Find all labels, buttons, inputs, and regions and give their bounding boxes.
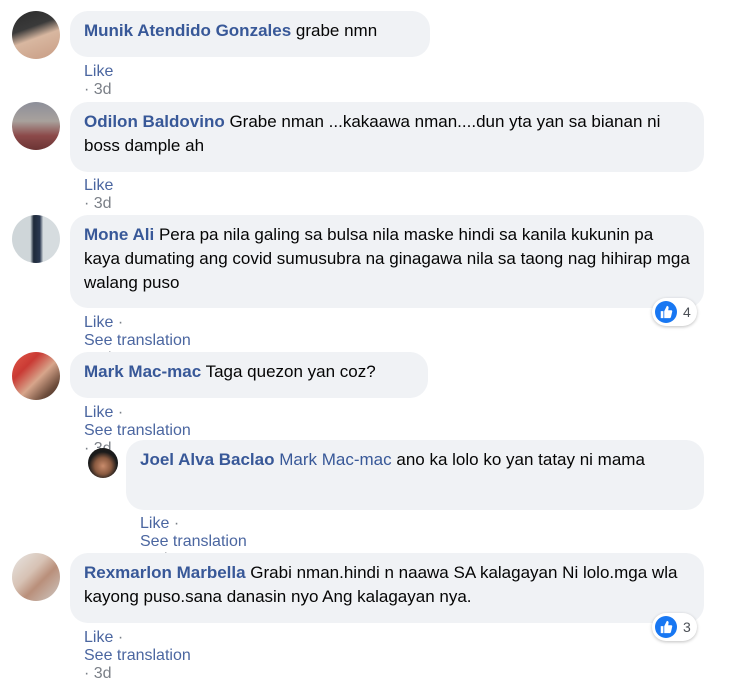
thumbs-up-icon [655, 301, 677, 323]
comment-actions: Like · 3d [84, 63, 113, 99]
see-translation-link[interactable]: See translation [84, 422, 191, 439]
comment-actions: Like · See translation · 3d [84, 629, 191, 683]
comment-bubble: Joel Alva Baclao Mark Mac-mac ano ka lol… [126, 440, 704, 510]
comment-bubble: Mone Ali Pera pa nila galing sa bulsa ni… [70, 215, 704, 308]
comment-text: grabe nmn [295, 21, 378, 40]
reaction-count: 4 [683, 304, 691, 320]
avatar[interactable] [12, 215, 60, 263]
like-link[interactable]: Like [84, 314, 113, 331]
comment-text: ano ka lolo ko yan tatay ni mama [396, 450, 645, 469]
avatar[interactable] [12, 11, 60, 59]
see-translation-link[interactable]: See translation [84, 332, 191, 349]
comment-bubble: Rexmarlon Marbella Grabi nman.hindi n na… [70, 553, 704, 623]
separator: · [84, 81, 90, 98]
separator: · [173, 515, 180, 532]
commenter-name[interactable]: Rexmarlon Marbella [84, 563, 246, 582]
timestamp[interactable]: 3d [94, 665, 112, 682]
like-link[interactable]: Like [140, 515, 169, 532]
avatar[interactable] [12, 102, 60, 150]
separator: · [84, 665, 90, 682]
see-translation-link[interactable]: See translation [140, 533, 247, 550]
comment-bubble: Odilon Baldovino Grabe nman ...kakaawa n… [70, 102, 704, 172]
comment-bubble: Mark Mac-mac Taga quezon yan coz? [70, 352, 428, 398]
avatar[interactable] [12, 352, 60, 400]
commenter-name[interactable]: Odilon Baldovino [84, 112, 225, 131]
avatar[interactable] [12, 553, 60, 601]
comment-bubble: Munik Atendido Gonzales grabe nmn [70, 11, 430, 57]
separator: · [117, 314, 124, 331]
thumbs-up-icon [655, 616, 677, 638]
separator: · [117, 404, 124, 421]
timestamp[interactable]: 3d [94, 81, 112, 98]
like-link[interactable]: Like [84, 63, 113, 80]
like-link[interactable]: Like [84, 404, 113, 421]
avatar[interactable] [88, 448, 118, 478]
reaction-badge[interactable]: 4 [652, 298, 697, 326]
like-link[interactable]: Like [84, 177, 113, 194]
commenter-name[interactable]: Mone Ali [84, 225, 154, 244]
commenter-name[interactable]: Munik Atendido Gonzales [84, 21, 291, 40]
comment-text: Taga quezon yan coz? [205, 362, 376, 381]
comment-actions: Like · 3d [84, 177, 113, 213]
separator: · [84, 195, 90, 212]
separator: · [84, 440, 90, 457]
mention-link[interactable]: Mark Mac-mac [279, 450, 391, 469]
separator: · [117, 629, 124, 646]
timestamp[interactable]: 3d [94, 195, 112, 212]
like-link[interactable]: Like [84, 629, 113, 646]
commenter-name[interactable]: Mark Mac-mac [84, 362, 201, 381]
commenter-name[interactable]: Joel Alva Baclao [140, 450, 275, 469]
reaction-badge[interactable]: 3 [652, 613, 697, 641]
comment-text: Pera pa nila galing sa bulsa nila maske … [84, 225, 690, 292]
reaction-count: 3 [683, 619, 691, 635]
